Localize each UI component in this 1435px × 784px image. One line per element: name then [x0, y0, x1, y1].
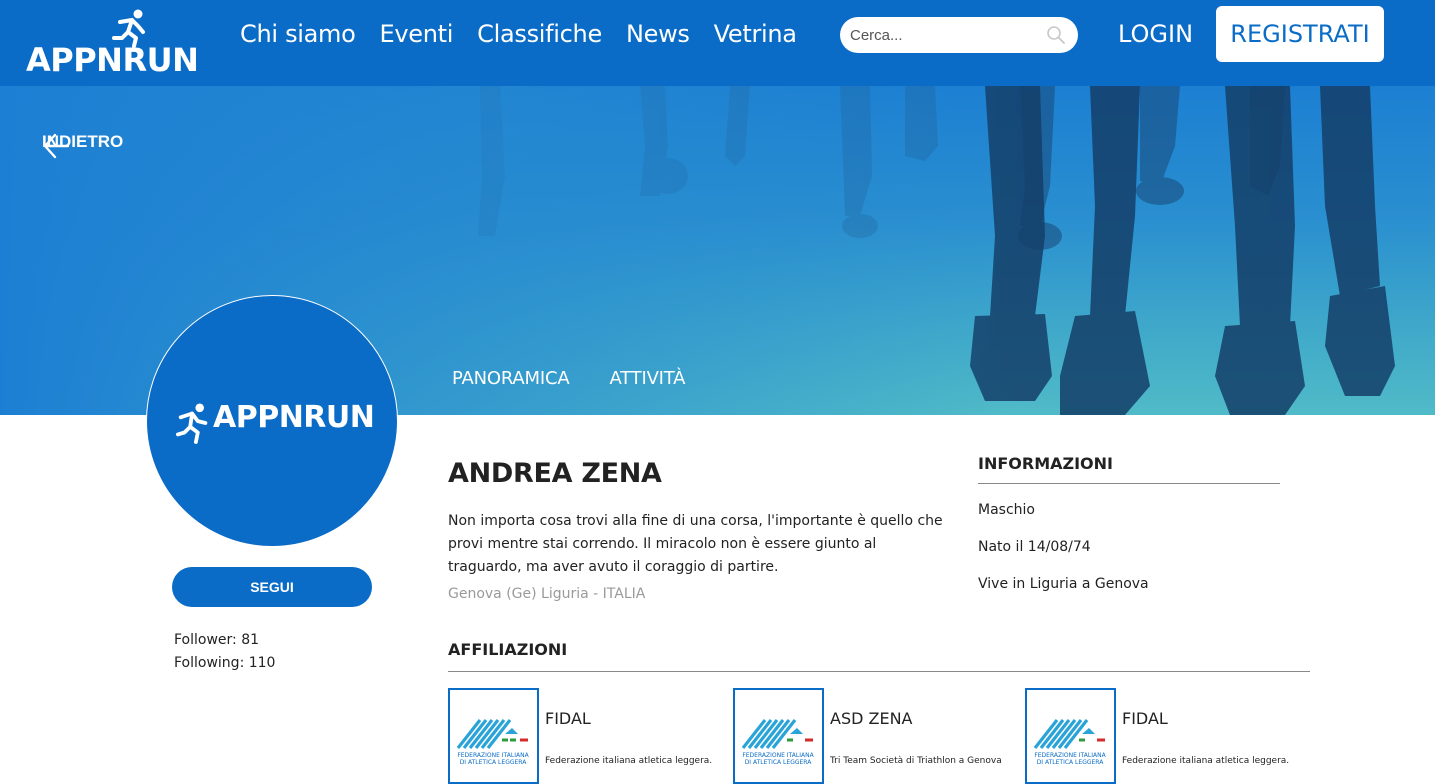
tab-panoramica[interactable]: PANORAMICA: [452, 368, 570, 389]
profile-name: ANDREA ZENA: [448, 458, 662, 489]
avatar-wordmark: APPNRUN: [213, 400, 375, 435]
runner-logo-icon: [175, 403, 208, 444]
search-icon[interactable]: [1046, 25, 1066, 45]
affiliation-name: FIDAL: [1122, 709, 1168, 728]
fidal-logo: FEDERAZIONE ITALIANA DI ATLETICA LEGGERA: [1025, 688, 1116, 784]
affiliations-divider: [448, 671, 1310, 672]
follow-stats: Follower: 81 Following: 110: [174, 629, 275, 675]
fidal-caption-line1: FEDERAZIONE ITALIANA: [742, 752, 814, 759]
profile-avatar: APPNRUN: [146, 295, 398, 547]
search-box: [840, 17, 1078, 53]
profile-location: Genova (Ge) Liguria - ITALIA: [448, 586, 646, 602]
main-nav: Chi siamo Eventi Classifiche News Vetrin…: [240, 20, 797, 48]
fidal-caption-line2: DI ATLETICA LEGGERA: [745, 759, 813, 766]
affiliations-heading: AFFILIAZIONI: [448, 640, 568, 659]
affiliation-name: FIDAL: [545, 709, 591, 728]
fidal-caption-line2: DI ATLETICA LEGGERA: [1037, 759, 1105, 766]
fidal-caption-line1: FEDERAZIONE ITALIANA: [1034, 752, 1106, 759]
profile-bio: Non importa cosa trovi alla fine di una …: [448, 513, 943, 575]
affiliation-description: Tri Team Società di Triathlon a Genova: [830, 756, 1002, 766]
back-link[interactable]: INDIETRO: [42, 132, 123, 159]
tab-attivita[interactable]: ATTIVITÀ: [609, 368, 685, 389]
affiliation-description: Federazione italiana atletica leggera.: [545, 756, 713, 766]
following-count[interactable]: Following: 110: [174, 652, 275, 675]
affiliation-card[interactable]: FEDERAZIONE ITALIANA DI ATLETICA LEGGERA…: [733, 688, 1013, 784]
affiliation-card[interactable]: FEDERAZIONE ITALIANA DI ATLETICA LEGGERA…: [1025, 688, 1305, 784]
fidal-logo: FEDERAZIONE ITALIANA DI ATLETICA LEGGERA: [448, 688, 539, 784]
nav-classifiche[interactable]: Classifiche: [477, 20, 602, 48]
info-gender: Maschio: [978, 502, 1035, 518]
logo-wordmark: APPNRUN: [26, 41, 199, 79]
fidal-logo: FEDERAZIONE ITALIANA DI ATLETICA LEGGERA: [733, 688, 824, 784]
fidal-emblem-icon: FEDERAZIONE ITALIANA DI ATLETICA LEGGERA: [741, 719, 815, 766]
arrow-left-icon: [43, 133, 70, 159]
nav-chi-siamo[interactable]: Chi siamo: [240, 20, 356, 48]
fidal-emblem-icon: FEDERAZIONE ITALIANA DI ATLETICA LEGGERA: [1033, 719, 1107, 766]
info-residence: Vive in Liguria a Genova: [978, 576, 1149, 592]
nav-eventi[interactable]: Eventi: [380, 20, 454, 48]
follower-count[interactable]: Follower: 81: [174, 629, 275, 652]
nav-news[interactable]: News: [626, 20, 690, 48]
search-input[interactable]: [850, 23, 1040, 47]
info-heading: INFORMAZIONI: [978, 454, 1113, 473]
info-divider: [978, 483, 1280, 484]
fidal-caption-line2: DI ATLETICA LEGGERA: [460, 759, 528, 766]
info-birthdate: Nato il 14/08/74: [978, 539, 1091, 555]
nav-vetrina[interactable]: Vetrina: [714, 20, 797, 48]
affiliation-card[interactable]: FEDERAZIONE ITALIANA DI ATLETICA LEGGERA…: [448, 688, 728, 784]
appnrun-logo[interactable]: APPNRUN: [24, 8, 199, 79]
follow-button[interactable]: SEGUI: [172, 567, 372, 607]
profile-tabs: PANORAMICA ATTIVITÀ: [452, 368, 686, 389]
affiliation-description: Federazione italiana atletica leggera.: [1122, 756, 1290, 766]
login-link[interactable]: LOGIN: [1118, 20, 1193, 48]
register-button[interactable]: REGISTRATI: [1216, 6, 1384, 62]
fidal-emblem-icon: FEDERAZIONE ITALIANA DI ATLETICA LEGGERA: [456, 719, 530, 766]
top-navigation-bar: APPNRUN Chi siamo Eventi Classifiche New…: [0, 0, 1435, 86]
fidal-caption-line1: FEDERAZIONE ITALIANA: [457, 752, 529, 759]
affiliation-name: ASD ZENA: [830, 709, 913, 728]
